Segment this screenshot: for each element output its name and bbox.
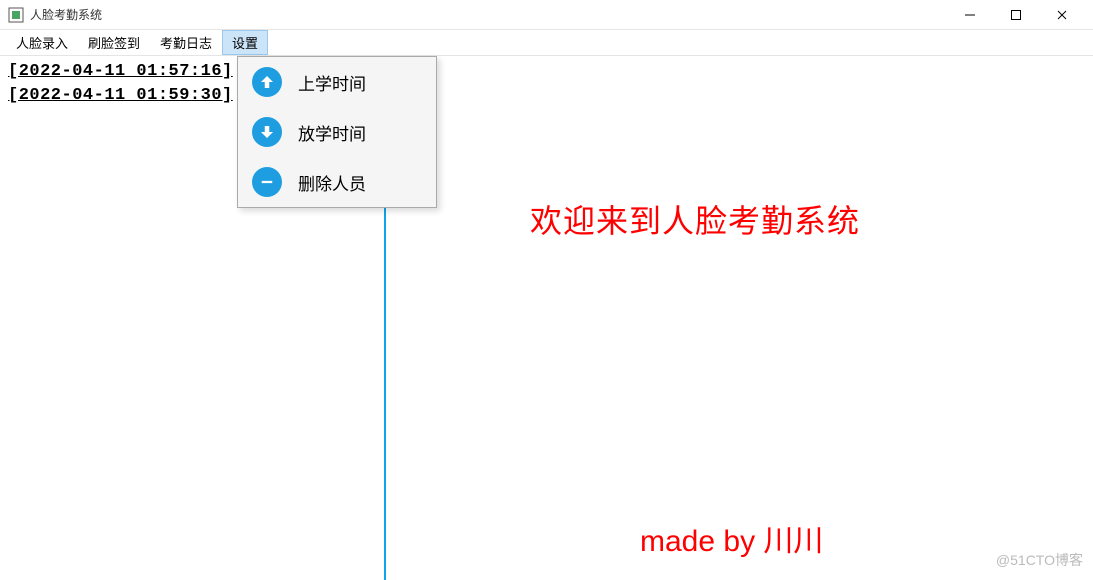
menubar: 人脸录入 刷脸签到 考勤日志 设置 [0,30,1093,56]
window-controls [947,0,1085,30]
menu-face-checkin[interactable]: 刷脸签到 [78,30,150,55]
close-button[interactable] [1039,0,1085,30]
settings-dropdown: 上学时间 放学时间 删除人员 [237,56,437,208]
menu-item-school-start-time[interactable]: 上学时间 [238,57,436,107]
arrow-up-icon [252,67,282,97]
titlebar: 人脸考勤系统 [0,0,1093,30]
minimize-button[interactable] [947,0,993,30]
menu-item-label: 放学时间 [298,120,366,145]
menu-face-input[interactable]: 人脸录入 [6,30,78,55]
welcome-text: 欢迎来到人脸考勤系统 [530,196,860,242]
menu-item-delete-person[interactable]: 删除人员 [238,157,436,207]
menu-item-school-end-time[interactable]: 放学时间 [238,107,436,157]
watermark: @51CTO博客 [996,550,1083,570]
menu-attendance-log[interactable]: 考勤日志 [150,30,222,55]
menu-settings[interactable]: 设置 [222,30,268,55]
arrow-down-icon [252,117,282,147]
app-icon [8,7,24,23]
menu-item-label: 上学时间 [298,70,366,95]
minus-icon [252,167,282,197]
window-title: 人脸考勤系统 [30,6,102,23]
maximize-button[interactable] [993,0,1039,30]
menu-item-label: 删除人员 [298,170,366,195]
credit-text: made by 川川 [640,516,823,560]
content-area: [2022-04-11 01:57:16] [2022-04-11 01:59:… [0,56,1093,576]
